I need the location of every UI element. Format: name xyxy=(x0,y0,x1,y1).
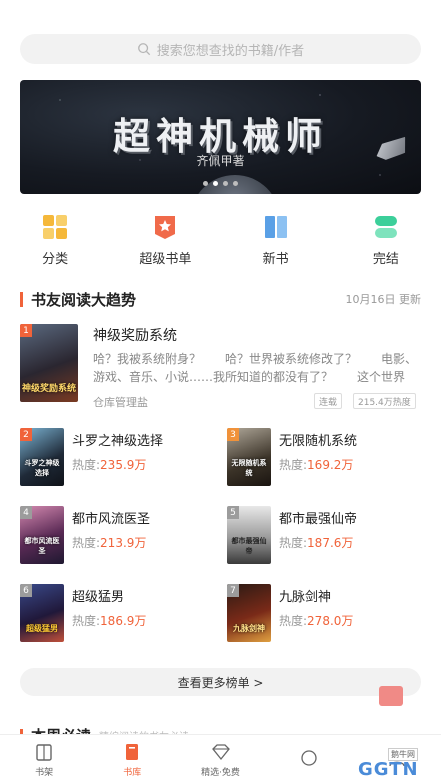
search-icon xyxy=(137,43,150,56)
category-label: 完结 xyxy=(372,252,399,267)
cover-text: 神级奖励系统 xyxy=(22,384,77,394)
book-open-icon xyxy=(264,216,287,238)
nav-label: 书库 xyxy=(123,767,142,778)
carousel-dot-active[interactable] xyxy=(213,181,218,186)
book-cover: 7 九脉剑神 xyxy=(227,584,271,642)
cover-text: 超级猛男 xyxy=(26,624,58,633)
cover-text: 都市风流医圣 xyxy=(24,537,60,555)
heat-prefix: 热度: xyxy=(279,614,308,628)
book-heat: 热度:169.2万 xyxy=(279,456,353,473)
ranking-header: 书友阅读大趋势 10月16日 更新 xyxy=(20,288,421,310)
nav-label: 精选·免费 xyxy=(201,767,240,778)
rank-badge: 7 xyxy=(227,584,239,597)
heat-value: 213.9万 xyxy=(100,536,147,550)
book-author: 仓库管理盐 xyxy=(93,396,148,409)
banner-carousel[interactable]: 超神机械师 齐佩甲著 xyxy=(20,80,421,194)
watermark-logo: GGTN xyxy=(358,759,419,780)
book-title: 超级猛男 xyxy=(72,590,125,605)
category-super-booklist[interactable]: 超级书单 xyxy=(110,214,220,267)
heat-value: 186.9万 xyxy=(100,614,147,628)
heat-prefix: 热度: xyxy=(72,614,101,628)
search-placeholder: 搜索您想查找的书籍/作者 xyxy=(156,43,305,59)
book-cover: 6 超级猛男 xyxy=(20,584,64,642)
book-title: 九脉剑神 xyxy=(279,590,332,605)
nav-featured-free[interactable]: 精选·免费 xyxy=(176,735,264,784)
ranking-book-7[interactable]: 7 九脉剑神 九脉剑神 热度:278.0万 xyxy=(227,584,417,644)
rank-badge: 6 xyxy=(20,584,32,597)
grid-icon xyxy=(43,215,68,239)
category-label: 新书 xyxy=(262,252,289,267)
carousel-dots xyxy=(20,181,421,186)
heat-value: 235.9万 xyxy=(100,458,147,472)
heat-prefix: 热度: xyxy=(72,536,101,550)
rank-badge: 3 xyxy=(227,428,239,441)
carousel-dot[interactable] xyxy=(223,181,228,186)
ranking-book-4[interactable]: 4 都市风流医圣 都市风流医圣 热度:213.9万 xyxy=(20,506,210,566)
book-heat: 热度:187.6万 xyxy=(279,534,353,551)
heat-prefix: 热度: xyxy=(279,458,308,472)
category-row: 分类 超级书单 新书 完结 xyxy=(0,214,441,267)
status-tag: 连载 xyxy=(314,393,343,409)
rank-badge: 2 xyxy=(20,428,32,441)
rank-badge: 1 xyxy=(20,324,32,337)
banner-author: 齐佩甲著 xyxy=(196,154,245,168)
heat-prefix: 热度: xyxy=(72,458,101,472)
cover-text: 无限随机系统 xyxy=(231,459,267,477)
update-date: 10月16日 更新 xyxy=(345,293,422,306)
stack-icon xyxy=(374,216,397,238)
nav-library[interactable]: 书库 xyxy=(88,735,176,784)
section-accent-bar xyxy=(20,291,23,307)
book-title: 神级奖励系统 xyxy=(93,328,177,344)
cover-text: 都市最强仙帝 xyxy=(231,537,267,555)
category-classify[interactable]: 分类 xyxy=(0,214,110,267)
book-title: 都市风流医圣 xyxy=(72,512,151,527)
heat-value: 278.0万 xyxy=(307,614,354,628)
book-heat: 热度:213.9万 xyxy=(72,534,146,551)
book-description: 哈？我被系统附身？ 哈？世界被系统修改了？ 电影、游戏、音乐、小说……我所知道的… xyxy=(93,352,418,384)
search-bar[interactable]: 搜索您想查找的书籍/作者 xyxy=(20,34,421,64)
cover-text: 九脉剑神 xyxy=(233,624,265,633)
watermark-site: 鹅牛网 xyxy=(388,748,418,761)
badge-star-icon xyxy=(155,216,176,239)
book-cover: 2 斗罗之神级选择 xyxy=(20,428,64,486)
ranking-book-6[interactable]: 6 超级猛男 超级猛男 热度:186.9万 xyxy=(20,584,210,644)
heat-prefix: 热度: xyxy=(279,536,308,550)
book-title: 斗罗之神级选择 xyxy=(72,434,164,449)
book-cover: 5 都市最强仙帝 xyxy=(227,506,271,564)
carousel-dot[interactable] xyxy=(233,181,238,186)
book-heat: 热度:278.0万 xyxy=(279,612,353,629)
book-heat: 热度:186.9万 xyxy=(72,612,146,629)
book-cover: 4 都市风流医圣 xyxy=(20,506,64,564)
nav-bookshelf[interactable]: 书架 xyxy=(0,735,88,784)
floating-gift-button[interactable] xyxy=(379,686,403,706)
cover-text: 斗罗之神级选择 xyxy=(24,459,60,477)
rank-badge: 4 xyxy=(20,506,32,519)
more-rankings-button[interactable]: 查看更多榜单 > xyxy=(20,668,421,696)
heat-value: 187.6万 xyxy=(307,536,354,550)
heat-value: 169.2万 xyxy=(307,458,354,472)
rank-badge: 5 xyxy=(227,506,239,519)
book-heat: 热度:235.9万 xyxy=(72,456,146,473)
nav-label: 书架 xyxy=(35,767,54,778)
ranking-book-2[interactable]: 2 斗罗之神级选择 斗罗之神级选择 热度:235.9万 xyxy=(20,428,210,488)
ranking-book-3[interactable]: 3 无限随机系统 无限随机系统 热度:169.2万 xyxy=(227,428,417,488)
category-completed[interactable]: 完结 xyxy=(331,214,441,267)
library-icon xyxy=(126,743,139,760)
book-cover: 1 神级奖励系统 xyxy=(20,324,78,402)
category-new-books[interactable]: 新书 xyxy=(221,214,331,267)
carousel-dot[interactable] xyxy=(203,181,208,186)
nav-find[interactable] xyxy=(265,735,353,784)
find-icon xyxy=(301,750,317,766)
category-label: 超级书单 xyxy=(139,252,192,267)
ranking-top-book[interactable]: 1 神级奖励系统 神级奖励系统 哈？我被系统附身？ 哈？世界被系统修改了？ 电影… xyxy=(20,324,421,414)
book-title: 无限随机系统 xyxy=(279,434,358,449)
category-label: 分类 xyxy=(42,252,69,267)
diamond-icon xyxy=(211,743,230,760)
book-cover: 3 无限随机系统 xyxy=(227,428,271,486)
book-title: 都市最强仙帝 xyxy=(279,512,358,527)
section-title: 书友阅读大趋势 xyxy=(31,290,137,309)
bookshelf-icon xyxy=(36,743,52,761)
ranking-book-5[interactable]: 5 都市最强仙帝 都市最强仙帝 热度:187.6万 xyxy=(227,506,417,566)
heat-tag: 215.4万热度 xyxy=(353,393,416,409)
